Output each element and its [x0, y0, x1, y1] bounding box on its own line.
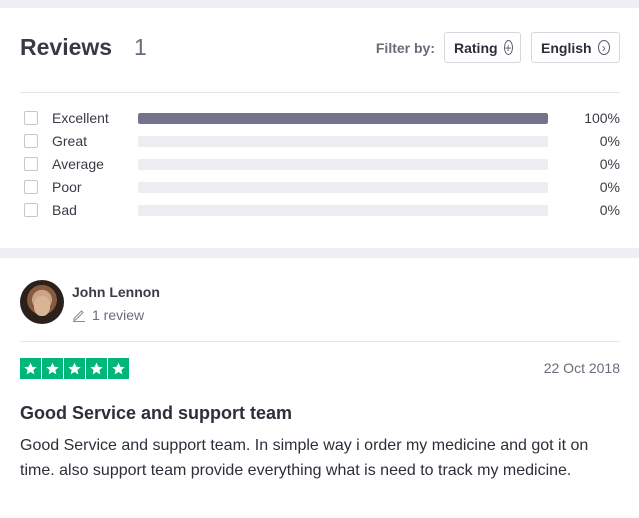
review-body: Good Service and support team. In simple…: [20, 437, 589, 479]
rating-distribution: Excellent 100% Great 0% Average 0% Poor …: [24, 110, 620, 225]
rating-label: Poor: [52, 179, 82, 195]
rating-percent: 0%: [599, 156, 620, 172]
rating-filter-label: Rating: [454, 39, 498, 56]
rating-row-excellent: Excellent 100%: [24, 110, 620, 133]
language-filter-button[interactable]: English ›: [531, 32, 620, 63]
great-checkbox[interactable]: [24, 134, 38, 148]
excellent-checkbox[interactable]: [24, 111, 38, 125]
rating-percent: 0%: [599, 202, 620, 218]
poor-checkbox[interactable]: [24, 180, 38, 194]
rating-row-poor: Poor 0%: [24, 179, 620, 202]
review-count-text: 1 review: [92, 307, 145, 323]
review-card: John Lennon 1 review 22 Oct 2018 Good Se…: [0, 258, 639, 518]
rating-percent: 0%: [599, 133, 620, 149]
rating-bar-track: [138, 136, 548, 147]
star-icon: [64, 358, 85, 379]
rating-percent: 100%: [584, 110, 620, 126]
rating-bar-track: [138, 113, 548, 124]
reviews-header: Reviews 1 Filter by: Rating + English ›: [20, 32, 620, 72]
page-top-strip: [0, 0, 639, 8]
reviews-summary-card: Reviews 1 Filter by: Rating + English › …: [0, 8, 639, 248]
page-title: Reviews: [20, 34, 113, 60]
rating-row-bad: Bad 0%: [24, 202, 620, 225]
star-rating: [20, 358, 129, 379]
header-divider: [20, 92, 620, 93]
pencil-icon: [73, 310, 85, 322]
rating-bar-track: [138, 159, 548, 170]
star-icon: [108, 358, 129, 379]
review-title[interactable]: Good Service and support team: [20, 403, 292, 424]
chevron-right-circle-icon: ›: [597, 40, 610, 55]
review-date: 22 Oct 2018: [543, 360, 620, 376]
average-checkbox[interactable]: [24, 157, 38, 171]
rating-label: Bad: [52, 202, 77, 218]
rating-percent: 0%: [599, 179, 620, 195]
rating-row-great: Great 0%: [24, 133, 620, 156]
review-divider: [20, 341, 620, 342]
reviews-count: 1: [134, 34, 147, 60]
rating-filter-button[interactable]: Rating +: [444, 32, 521, 63]
rating-label: Great: [52, 133, 88, 149]
rating-bar-track: [138, 182, 548, 193]
star-icon: [20, 358, 41, 379]
rating-bar-fill: [138, 113, 548, 124]
rating-label: Average: [52, 156, 104, 172]
plus-circle-icon: +: [503, 40, 513, 55]
rating-label: Excellent: [52, 110, 109, 126]
language-filter-label: English: [541, 39, 592, 56]
rating-row-average: Average 0%: [24, 156, 620, 179]
star-icon: [86, 358, 107, 379]
rating-bar-track: [138, 205, 548, 216]
avatar[interactable]: [20, 280, 64, 324]
star-icon: [42, 358, 63, 379]
bad-checkbox[interactable]: [24, 203, 38, 217]
author-review-count: 1 review: [72, 307, 144, 323]
author-name[interactable]: John Lennon: [72, 284, 160, 300]
filter-label: Filter by:: [375, 40, 435, 56]
